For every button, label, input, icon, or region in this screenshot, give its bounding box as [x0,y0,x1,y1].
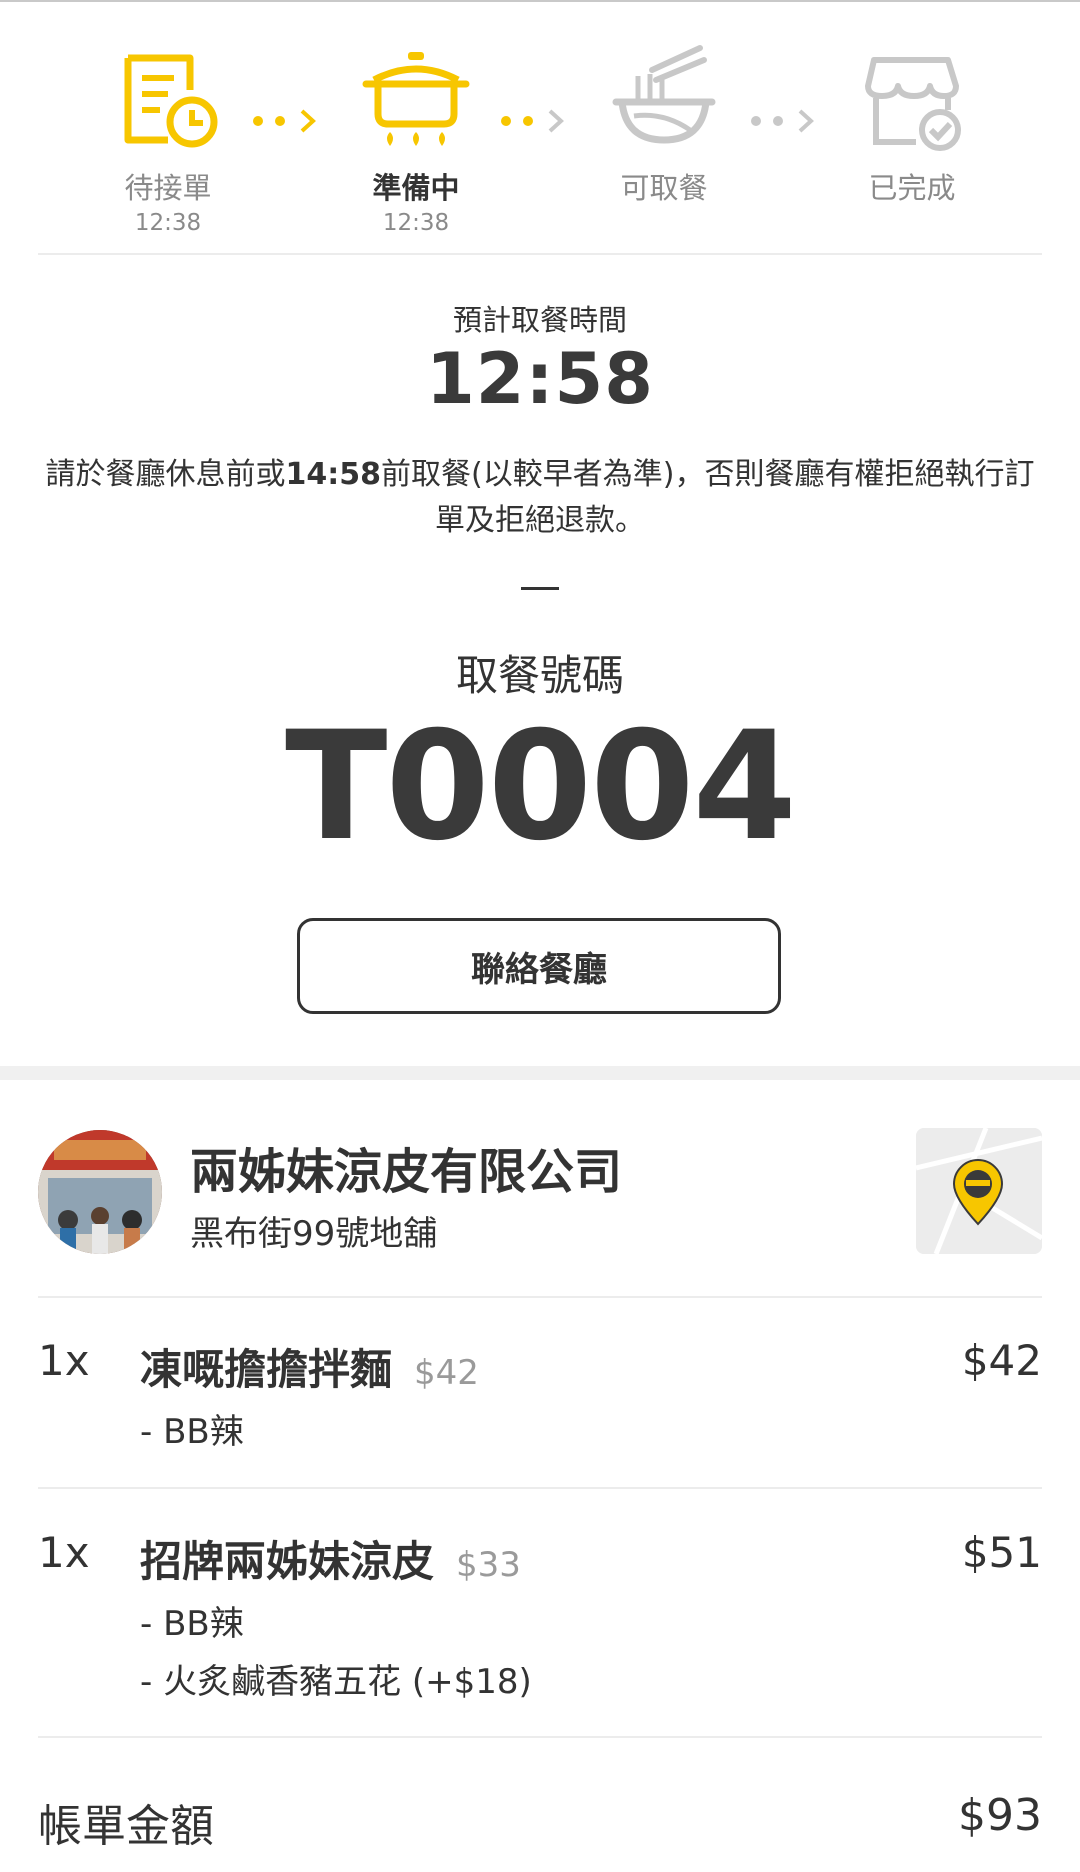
step-completed: 已完成 [812,28,1012,208]
notice-deadline: 14:58 [285,457,382,492]
step-label: 可取餐 [620,171,708,205]
bill-amount: $93 [958,1790,1042,1841]
noodle-bowl-icon [612,45,716,144]
divider [38,1296,1042,1298]
order-item: 1x 招牌兩姊妹涼皮 $33 $51 - BB辣 - 火炙鹹香豬五花 (+$18) [38,1528,1042,1708]
pickup-notice: 請於餐廳休息前或14:58前取餐(以較早者為準)，否則餐廳有權拒絕執行訂單及拒絕… [40,452,1040,544]
top-border [0,0,1080,2]
step-pending-accept: 待接單 12:38 [68,28,268,238]
step-time: 12:38 [382,210,450,236]
restaurant-card: 兩姊妹涼皮有限公司 黑布街99號地舖 [38,1126,1042,1256]
cooking-pot-icon [362,52,470,146]
bill-label: 帳單金額 [38,1801,214,1852]
step-preparing: 準備中 12:38 [316,28,516,238]
order-receipt-clock-icon [124,54,218,148]
item-total: $42 [961,1336,1042,1385]
restaurant-name[interactable]: 兩姊妹涼皮有限公司 [190,1132,622,1202]
item-total: $51 [961,1528,1042,1577]
divider [38,253,1042,255]
restaurant-address: 黑布街99號地舖 [190,1214,438,1254]
order-item: 1x 凍嘅擔擔拌麵 $42 $42 - BB辣 [38,1336,1042,1466]
step-time: 12:38 [134,210,202,236]
store-check-icon [865,57,961,151]
step-label: 已完成 [868,171,956,205]
item-quantity: 1x [38,1528,90,1577]
item-option: - 火炙鹹香豬五花 (+$18) [140,1662,532,1702]
section-separator [0,1066,1080,1080]
item-option: - BB辣 [140,1412,244,1452]
item-name: 凍嘅擔擔拌麵 $42 [140,1336,479,1397]
step-label: 準備中 [372,171,460,205]
contact-restaurant-button[interactable]: 聯絡餐廳 [297,918,781,1014]
storefront-photo [38,1130,162,1254]
map-pin-icon [916,1128,1042,1254]
separator-dash [521,587,559,590]
map-thumbnail[interactable] [916,1128,1042,1254]
item-unit-price: $33 [456,1545,521,1585]
step-ready-for-pickup: 可取餐 [564,28,764,208]
eta-label: 預計取餐時間 [452,303,627,337]
item-name-text: 凍嘅擔擔拌麵 [140,1345,393,1394]
item-quantity: 1x [38,1336,90,1385]
item-option: - BB辣 [140,1604,244,1644]
divider [38,1736,1042,1738]
pickup-number: T0004 [285,700,797,874]
eta-time: 12:58 [426,338,654,420]
item-name: 招牌兩姊妹涼皮 $33 [140,1528,521,1589]
item-unit-price: $42 [414,1353,479,1393]
notice-suffix: 前取餐(以較早者為準)，否則餐廳有權拒絕執行訂單及拒絕退款。 [381,457,1035,538]
divider [38,1487,1042,1489]
order-progress: 待接單 12:38 準備中 12:38 可取餐 已完成 [0,28,1080,238]
step-label: 待接單 [124,171,212,205]
pickup-number-label: 取餐號碼 [455,651,624,700]
restaurant-avatar [38,1130,162,1254]
notice-prefix: 請於餐廳休息前或 [45,457,286,492]
item-name-text: 招牌兩姊妹涼皮 [140,1537,435,1586]
